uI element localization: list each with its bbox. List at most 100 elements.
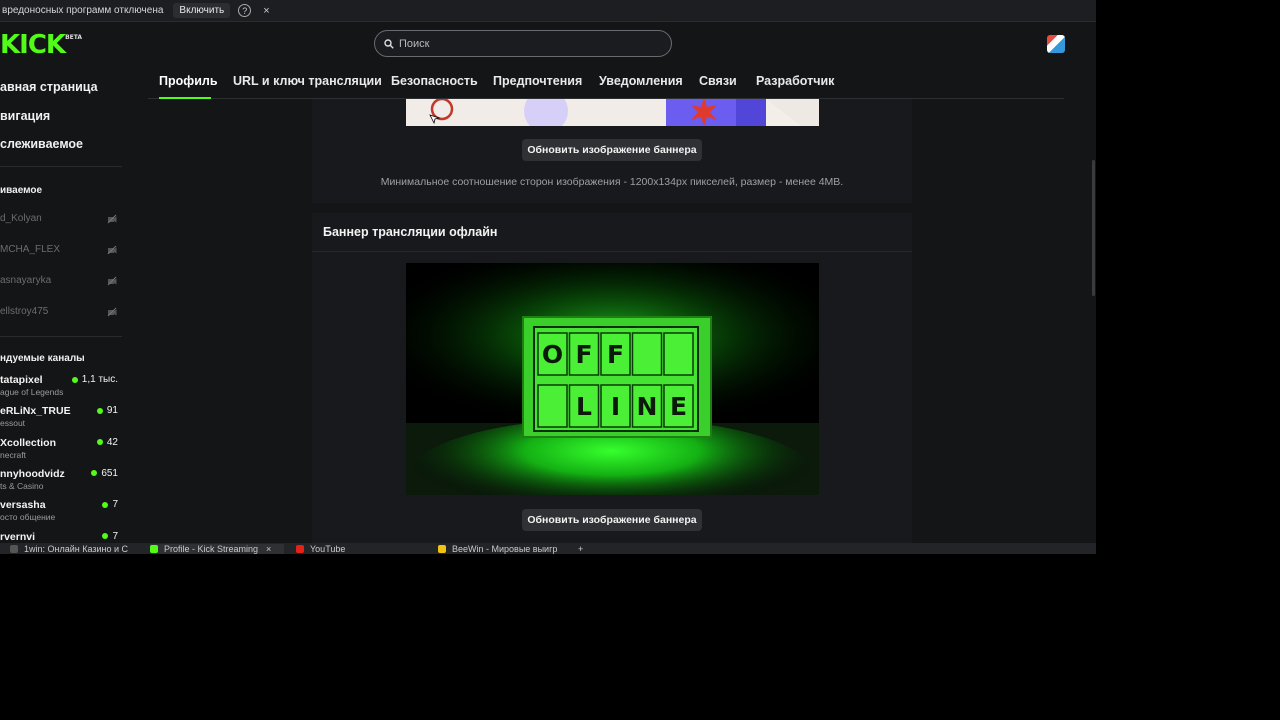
sign-letter: E: [670, 392, 687, 421]
viewer-count: 1,1 тыс.: [71, 374, 118, 385]
banner-art: [429, 99, 819, 126]
viewer-count-value: 7: [112, 530, 118, 542]
browser-tab[interactable]: BeeWin - Мировые выигр: [438, 544, 566, 554]
browser-tab-strip: 1win: Онлайн Казино и С Profile - Kick St…: [0, 543, 1096, 554]
offline-banner-title: Баннер трансляции офлайн: [323, 225, 498, 239]
browser-window: вредоносных программ отключена Включить …: [0, 0, 1096, 554]
settings-tab[interactable]: Предпочтения: [493, 74, 582, 88]
logo-text: KICK: [0, 30, 66, 60]
settings-content: Обновить изображение баннера Минимальное…: [312, 99, 912, 554]
recommended-channel[interactable]: eRLiNx_TRUE essout 91: [0, 405, 122, 433]
user-avatar[interactable]: [1047, 35, 1065, 53]
live-dot-icon: [71, 376, 78, 383]
followed-channel-name: asnayaryka: [0, 275, 52, 286]
viewer-count-value: 42: [106, 436, 118, 448]
offline-camera-icon: [107, 214, 117, 224]
viewer-count-value: 651: [101, 467, 118, 479]
channel-name: versasha: [0, 499, 46, 512]
recommended-channel[interactable]: tatapixel ague of Legends 1,1 тыс.: [0, 374, 122, 402]
tab-favicon-icon: [438, 545, 446, 553]
offline-camera-icon: [107, 245, 117, 255]
channel-category: осто общение: [0, 512, 56, 523]
recommended-channel[interactable]: Xcollection necraft 42: [0, 437, 122, 465]
channel-category: necraft: [0, 449, 26, 460]
browser-tab-title: +: [578, 544, 584, 554]
channel-name: Xcollection: [0, 436, 57, 449]
browser-tab-title: 1win: Онлайн Казино и С: [24, 544, 129, 554]
update-offline-banner-button[interactable]: Обновить изображение баннера: [522, 509, 702, 531]
sign-letter: F: [607, 340, 624, 369]
browser-tab-title: Profile - Kick Streaming: [164, 544, 259, 554]
beta-badge: BETA: [65, 34, 83, 41]
protection-notice-bar: вредоносных программ отключена Включить …: [0, 0, 1096, 22]
viewer-count: 42: [96, 436, 118, 448]
update-profile-banner-button[interactable]: Обновить изображение баннера: [522, 139, 702, 161]
close-tab-icon[interactable]: ×: [266, 544, 271, 554]
viewer-count: 7: [102, 499, 118, 510]
following-section-title: иваемое: [0, 185, 43, 196]
sidebar-nav-link[interactable]: авная страница: [0, 80, 98, 94]
enable-protection-button[interactable]: Включить: [173, 3, 231, 18]
sidebar: авная страница вигация слеживаемое иваемое d…: [0, 66, 124, 554]
viewer-count-value: 91: [106, 405, 118, 417]
viewer-count: 7: [102, 531, 118, 542]
recommended-channel[interactable]: versasha осто общение 7: [0, 499, 122, 527]
followed-channel[interactable]: MCHA_FLEX: [0, 244, 120, 260]
search-input[interactable]: Поиск: [374, 30, 672, 57]
settings-tab[interactable]: URL и ключ трансляции: [233, 74, 382, 88]
followed-channel-name: d_Kolyan: [0, 213, 42, 224]
active-tab-indicator: [159, 97, 211, 99]
settings-tab[interactable]: Безопасность: [391, 74, 478, 88]
channel-name: nnyhoodvidz: [0, 467, 65, 480]
channel-category: essout: [0, 418, 26, 429]
live-dot-icon: [102, 501, 109, 508]
sign-tile: [663, 332, 694, 376]
browser-tab[interactable]: 1win: Онлайн Казино и С: [10, 544, 136, 554]
viewer-count-value: 7: [112, 499, 118, 511]
offline-camera-icon: [107, 307, 117, 317]
page-scrollbar[interactable]: [1092, 160, 1095, 296]
offline-banner-panel: Баннер трансляции офлайн O F F L I N E О…: [312, 213, 912, 554]
tab-favicon-icon: [10, 545, 18, 553]
sidebar-nav-link[interactable]: вигация: [0, 109, 50, 123]
channel-name: rvernvi: [0, 530, 36, 543]
viewer-count: 91: [96, 405, 118, 417]
live-dot-icon: [102, 533, 109, 539]
live-dot-icon: [91, 470, 98, 477]
followed-channel-name: ellstroy475: [0, 306, 49, 317]
followed-channel[interactable]: ellstroy475: [0, 306, 120, 322]
settings-tab[interactable]: Профиль: [159, 74, 218, 88]
close-notice-icon[interactable]: ×: [263, 5, 269, 17]
settings-tab[interactable]: Разработчик: [756, 74, 834, 88]
followed-channel[interactable]: d_Kolyan: [0, 213, 120, 229]
channel-category: ts & Casino: [0, 480, 44, 491]
notice-text: вредоносных программ отключена: [2, 5, 164, 16]
browser-tab[interactable]: Profile - Kick Streaming ×: [150, 544, 284, 554]
followed-channel[interactable]: asnayaryka: [0, 275, 120, 291]
sign-tile: [631, 332, 663, 376]
sidebar-divider: [0, 336, 122, 337]
browser-tab-title: BeeWin - Мировые выигр: [452, 544, 558, 554]
sign-letter: I: [611, 392, 620, 421]
sign-tile: [537, 384, 568, 428]
settings-tab[interactable]: Связи: [699, 74, 737, 88]
settings-tab[interactable]: Уведомления: [599, 74, 683, 88]
channel-name: eRLiNx_TRUE: [0, 405, 71, 418]
followed-channel-name: MCHA_FLEX: [0, 244, 61, 255]
banner-size-hint: Минимальное соотношение сторон изображен…: [380, 176, 844, 188]
channel-category: ague of Legends: [0, 387, 64, 397]
browser-tab[interactable]: YouTube: [296, 544, 416, 554]
viewer-count-value: 1,1 тыс.: [81, 374, 118, 385]
help-icon[interactable]: ?: [238, 4, 252, 17]
offline-camera-icon: [107, 276, 117, 286]
browser-tab-title: YouTube: [310, 544, 346, 554]
site-header: KICKBETA Поиск: [0, 22, 1096, 66]
sidebar-nav-link[interactable]: слеживаемое: [0, 137, 83, 151]
kick-logo[interactable]: KICKBETA: [0, 30, 82, 60]
profile-banner-image: [406, 99, 819, 126]
sign-letter: O: [542, 340, 563, 369]
sidebar-divider: [0, 166, 122, 167]
recommended-channel[interactable]: nnyhoodvidz ts & Casino 651: [0, 468, 122, 496]
live-dot-icon: [96, 407, 103, 414]
new-tab-button[interactable]: +: [578, 544, 592, 554]
